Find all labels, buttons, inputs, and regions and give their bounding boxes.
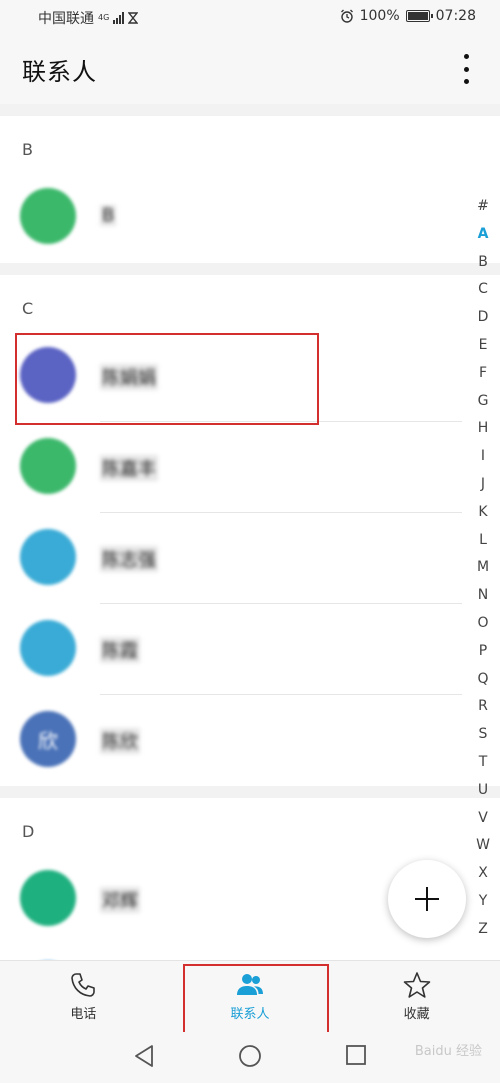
alpha-index-letter[interactable]: F (479, 360, 487, 388)
alpha-index-letter[interactable]: G (478, 388, 489, 416)
alpha-index-letter[interactable]: L (479, 527, 487, 555)
alphabet-index[interactable]: # A B C D E F G H I J K L M N O P Q R S T U V W X Y Z (475, 193, 491, 944)
alpha-index-letter[interactable]: A (478, 221, 489, 249)
app-header: 联系人 (0, 34, 500, 104)
status-bar: 中国联通 4G 100% 07:28 (0, 0, 500, 34)
contact-row[interactable]: 欣 陈欣 (0, 695, 500, 786)
tab-phone-label: 电话 (70, 1007, 97, 1022)
contact-name: 陈欣 (100, 728, 140, 754)
clock: 07:28 (435, 8, 476, 24)
highlight-box-tab (183, 964, 329, 1036)
alpha-index-letter[interactable]: N (478, 582, 488, 610)
alpha-index-letter[interactable]: B (478, 249, 488, 277)
alpha-index-letter[interactable]: S (479, 721, 488, 749)
network-tag: 4G (98, 13, 110, 22)
alpha-index-letter[interactable]: X (478, 860, 488, 888)
signal-icon (113, 12, 125, 24)
section-gap (0, 263, 500, 275)
alpha-index-letter[interactable]: W (476, 832, 490, 860)
alpha-index-letter[interactable]: # (477, 193, 489, 221)
alpha-index-letter[interactable]: D (478, 304, 489, 332)
add-contact-button[interactable] (388, 860, 466, 938)
alpha-index-letter[interactable]: E (479, 332, 488, 360)
alpha-index-letter[interactable]: O (477, 610, 488, 638)
alpha-index-letter[interactable]: Q (477, 666, 488, 694)
phone-icon (71, 973, 96, 997)
section-header: B (22, 140, 33, 159)
avatar (20, 620, 76, 676)
contact-name: B (100, 205, 117, 226)
contact-row[interactable]: 陈志强 (0, 513, 500, 604)
recents-icon[interactable] (345, 1044, 367, 1066)
contact-name: 陈霞 (100, 637, 140, 663)
avatar (20, 438, 76, 494)
page-title: 联系人 (22, 58, 97, 86)
alpha-index-letter[interactable]: Y (479, 888, 488, 916)
highlight-box-contact (15, 333, 319, 425)
alpha-index-letter[interactable]: C (478, 276, 488, 304)
contact-name: 邓辉 (100, 887, 140, 913)
star-icon (403, 972, 430, 998)
watermark: Baidu 经验 (414, 1044, 482, 1059)
alarm-icon (340, 9, 353, 23)
avatar (20, 870, 76, 926)
back-icon[interactable] (133, 1044, 155, 1068)
alpha-index-letter[interactable]: P (479, 638, 487, 666)
alpha-index-letter[interactable]: M (477, 554, 489, 582)
hourglass-icon (128, 12, 139, 24)
alpha-index-letter[interactable]: V (478, 805, 488, 833)
contact-name: 陈嘉丰 (100, 455, 158, 481)
alpha-index-letter[interactable]: H (478, 415, 489, 443)
tab-favorites-label: 收藏 (403, 1007, 430, 1022)
carrier-label: 中国联通 (38, 11, 94, 27)
avatar (20, 529, 76, 585)
plus-icon (415, 887, 439, 911)
alpha-index-letter[interactable]: R (478, 693, 488, 721)
contact-row[interactable] (0, 945, 500, 960)
home-icon[interactable] (238, 1044, 262, 1068)
alpha-index-letter[interactable]: U (478, 777, 488, 805)
alpha-index-letter[interactable]: K (478, 499, 487, 527)
tab-phone[interactable]: 电话 (0, 961, 167, 1032)
contact-list[interactable]: B B C 陈娟娟 陈嘉丰 陈志强 陈霞 欣 陈欣 D 邓辉 (0, 104, 500, 960)
alpha-index-letter[interactable]: I (481, 443, 485, 471)
section-gap (0, 104, 500, 116)
contact-name: 陈志强 (100, 546, 158, 572)
contact-row[interactable]: B (0, 172, 500, 263)
battery-percent: 100% (359, 8, 400, 24)
status-right: 100% 07:28 (340, 8, 476, 24)
section-header: D (22, 822, 35, 841)
status-left: 中国联通 4G (38, 8, 139, 28)
tab-favorites[interactable]: 收藏 (333, 961, 500, 1032)
alpha-index-letter[interactable]: T (479, 749, 488, 777)
battery-icon (405, 10, 433, 22)
section-header: C (22, 299, 34, 318)
contact-row[interactable]: 陈嘉丰 (0, 422, 500, 513)
more-options-icon[interactable] (458, 54, 474, 84)
avatar (20, 188, 76, 244)
contact-row[interactable]: 陈霞 (0, 604, 500, 695)
alpha-index-letter[interactable]: J (481, 471, 485, 499)
alpha-index-letter[interactable]: Z (478, 916, 488, 944)
avatar: 欣 (20, 711, 76, 767)
section-gap (0, 786, 500, 798)
